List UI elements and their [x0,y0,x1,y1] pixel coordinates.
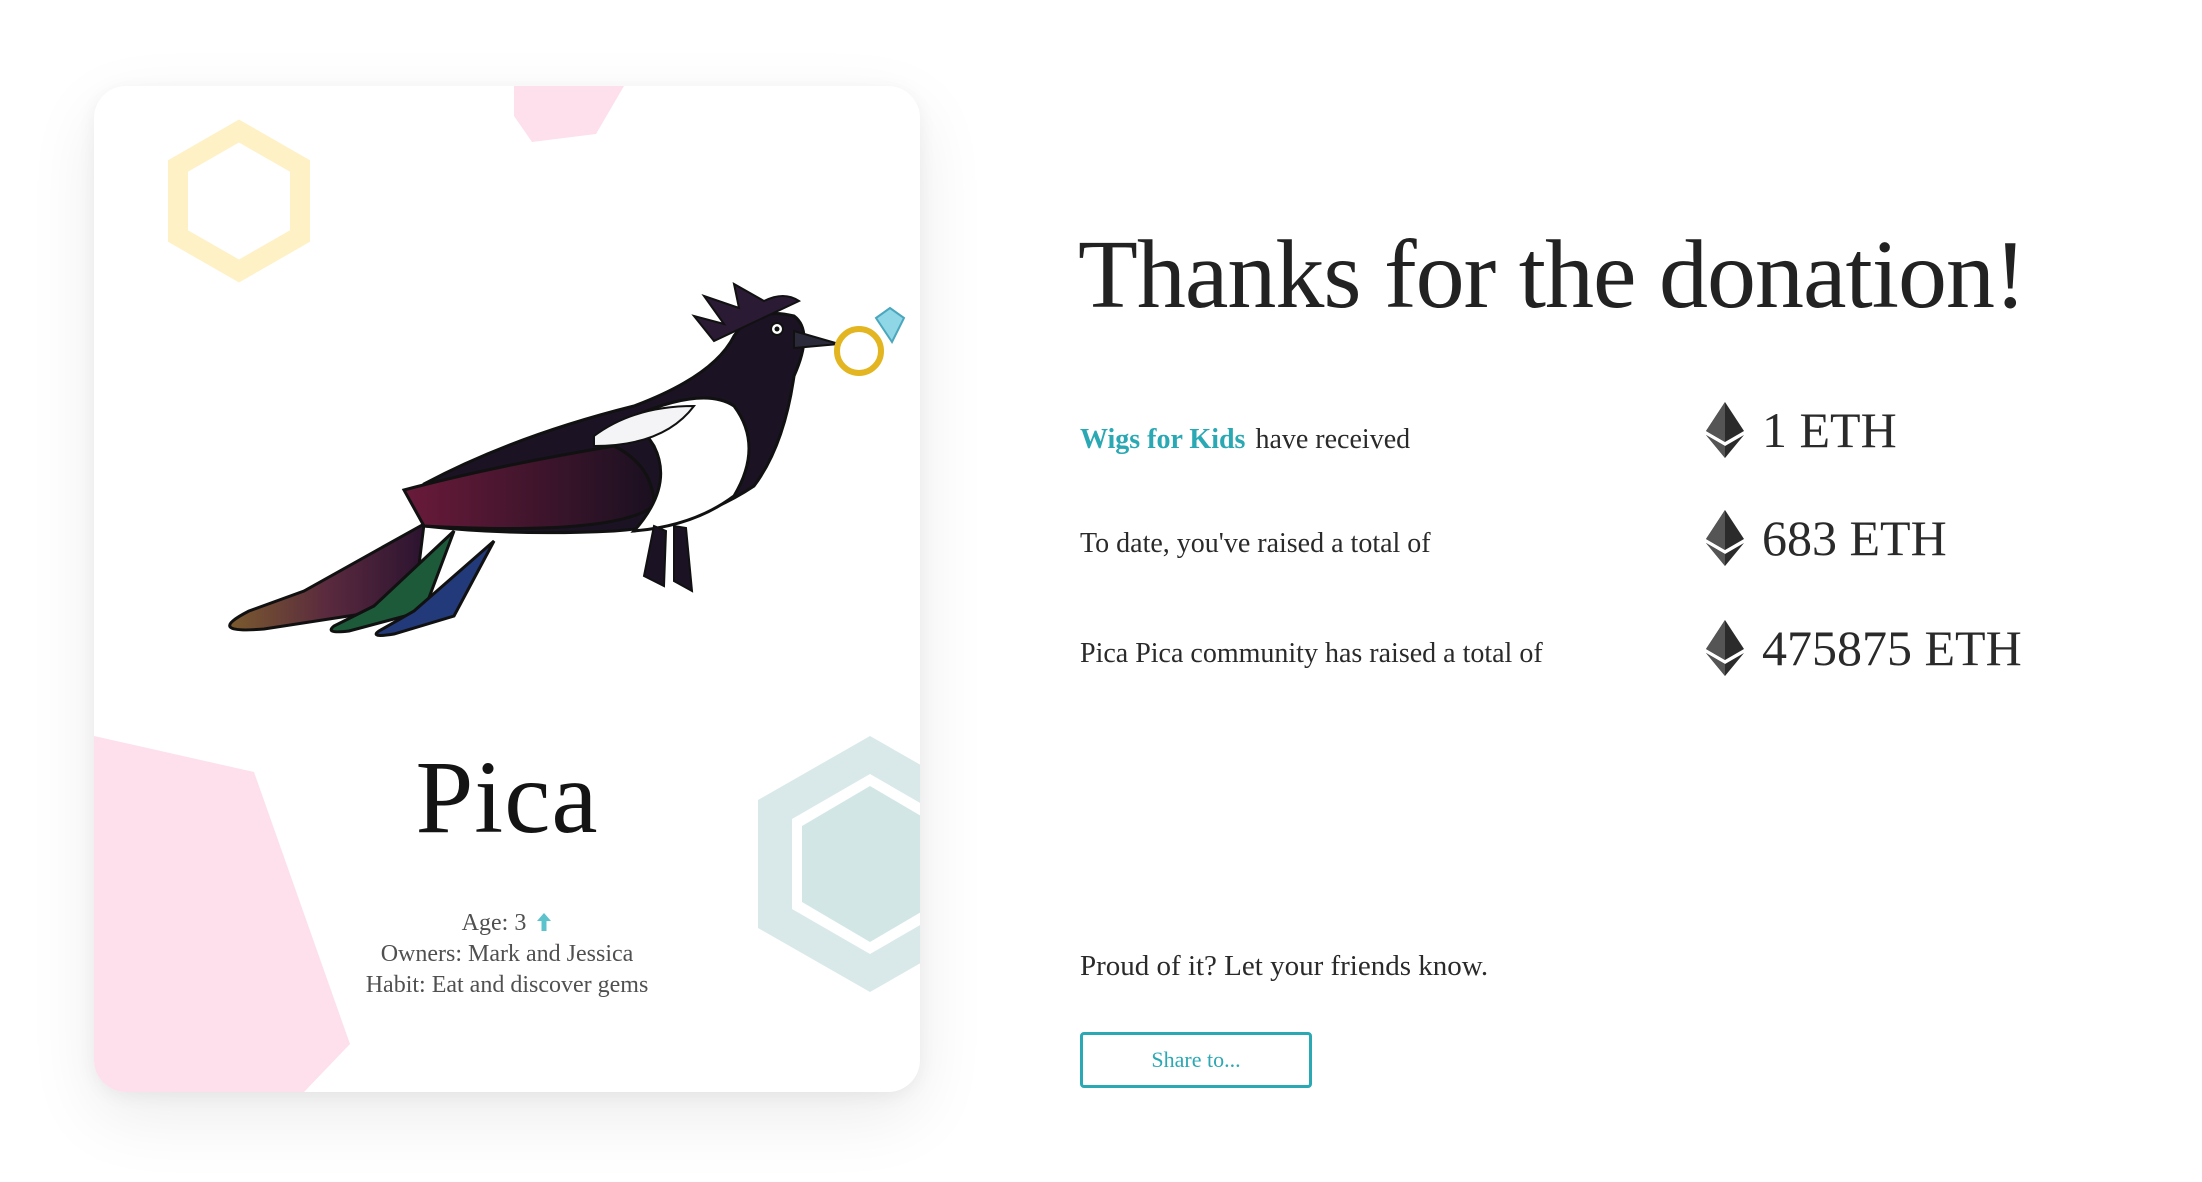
stat-community-value: 475875 ETH [1706,618,2022,678]
stat-received-amount: 1 ETH [1762,402,1897,458]
stat-you-raised-amount: 683 ETH [1762,510,1947,566]
stat-received-text: have received [1255,424,1411,455]
pet-owners: Owners: Mark and Jessica [380,941,634,967]
magpie-illustration [228,282,906,637]
pet-name: Pica [415,740,599,855]
pet-age: Age: 3 [461,910,527,936]
stat-community-amount: 475875 ETH [1762,620,2022,676]
stat-community-label: Pica Pica community has raised a total o… [1080,638,1543,669]
share-prompt: Proud of it? Let your friends know. [1080,950,1489,982]
charity-link[interactable]: Wigs for Kids [1080,424,1245,455]
diamond-icon [874,306,906,344]
ethereum-icon [1706,620,1744,676]
stat-you-raised-label: To date, you've raised a total of [1080,528,1431,559]
pet-details: Age: 3 Owners: Mark and Jessica Habit: E… [94,908,920,1001]
pet-card: Pica Age: 3 Owners: Mark and Jessica Hab… [94,86,920,1092]
pet-age-row: Age: 3 [94,908,920,939]
pet-habit: Habit: Eat and discover gems [365,972,649,998]
share-button[interactable]: Share to... [1080,1032,1312,1088]
stat-received-label: Wigs for Kids have received [1080,424,1410,456]
arrow-up-icon [537,913,552,931]
stat-received-value: 1 ETH [1706,400,1897,460]
page-title: Thanks for the donation! [1078,221,2027,329]
ethereum-icon [1706,510,1744,566]
stat-you-raised-value: 683 ETH [1706,508,1947,568]
ethereum-icon [1706,402,1744,458]
donation-confirmation-page: Pica Age: 3 Owners: Mark and Jessica Hab… [0,0,2202,1182]
